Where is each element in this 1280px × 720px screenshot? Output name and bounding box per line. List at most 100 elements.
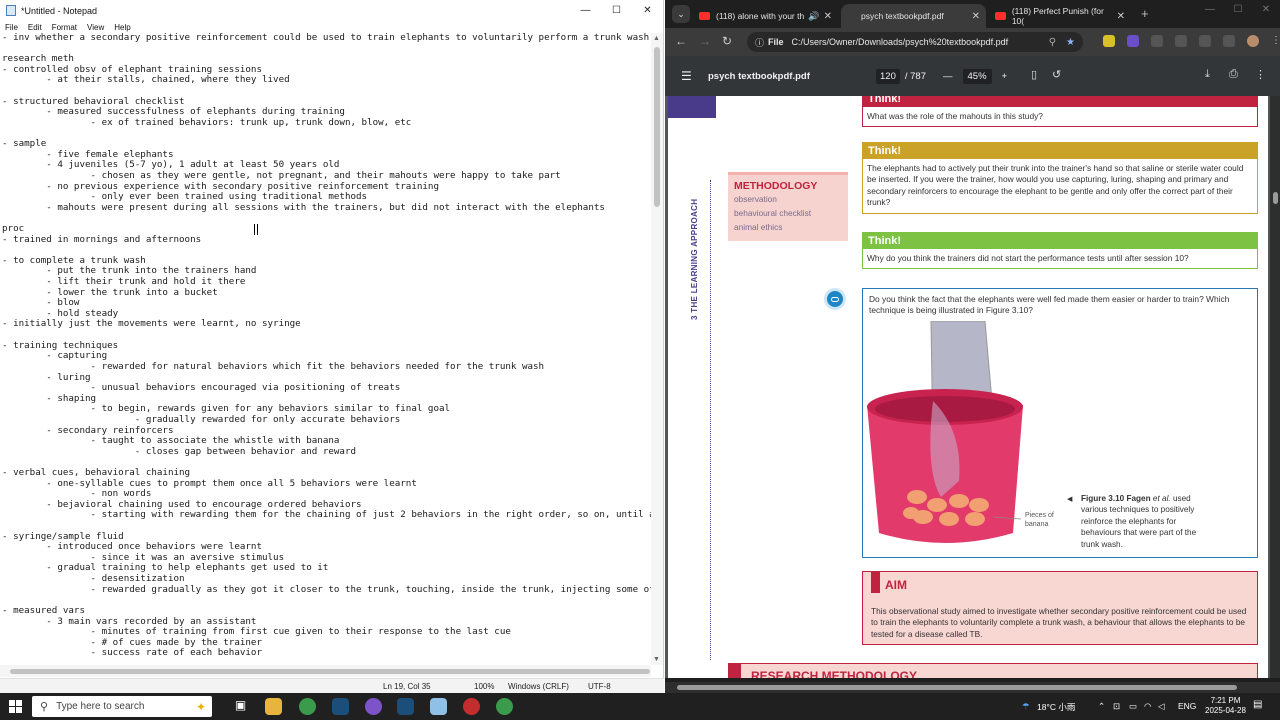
steam-icon-2[interactable] (397, 698, 414, 715)
menu-view[interactable]: View (87, 23, 104, 32)
think-body: The elephants had to actively put their … (863, 159, 1257, 213)
bookmark-star-icon[interactable]: ★ (1066, 37, 1075, 48)
zoom-out-icon[interactable]: — (943, 71, 953, 82)
scroll-down-icon[interactable]: ▼ (653, 656, 660, 663)
wifi-icon[interactable]: ◠ (1144, 701, 1151, 712)
pdf-menu-icon[interactable]: ☰ (681, 69, 692, 83)
network-icon[interactable]: ⊡ (1113, 701, 1120, 712)
aim-body: This observational study aimed to invest… (871, 606, 1247, 639)
chapter-side-title: 3 THE LEARNING APPROACH (690, 198, 699, 320)
discussion-bubble-icon (824, 288, 846, 310)
extension-2-icon[interactable] (1127, 35, 1139, 47)
print-icon[interactable]: ⎙ (1229, 68, 1238, 81)
tray-overflow-icon[interactable]: ⌃ (1098, 701, 1105, 712)
extension-3-icon[interactable] (1151, 35, 1163, 47)
zoom-in-icon[interactable]: + (1002, 71, 1008, 82)
page-number-input[interactable]: 120 (876, 69, 900, 84)
tab-search-icon[interactable]: ⌄ (672, 5, 690, 23)
notification-icon[interactable]: ▤ (1253, 699, 1262, 710)
info-icon[interactable]: ⓘ (755, 36, 764, 49)
download-icon[interactable]: ⤓ (1205, 68, 1210, 81)
speaker-icon[interactable]: 🔊 (808, 11, 819, 22)
browser-window: ⌄ (118) alone with your th 🔊 ✕ psych tex… (665, 0, 1280, 693)
tab-pdf[interactable]: psych textbookpdf.pdf ✕ (841, 4, 986, 28)
taskbar-search[interactable]: ⚲ Type here to search ✦ (32, 696, 212, 717)
close-icon[interactable]: ✕ (632, 5, 663, 16)
extensions-puzzle-icon[interactable] (1175, 35, 1187, 47)
app-icon-red[interactable] (463, 698, 480, 715)
profile-avatar[interactable] (1247, 35, 1259, 47)
chrome-icon-2[interactable] (496, 698, 513, 715)
task-view-icon[interactable]: ▣ (232, 698, 249, 715)
minimize-icon[interactable]: — (570, 5, 601, 16)
forward-icon[interactable]: → (699, 34, 711, 48)
pdf-scroll-thumb-horizontal[interactable] (677, 685, 1237, 690)
youtube-icon (699, 12, 710, 20)
browser-toolbar: ← → ↻ ⓘ File C:/Users/Owner/Downloads/ps… (665, 28, 1280, 56)
research-methodology-box: RESEARCH METHODOLOGY (728, 663, 1258, 678)
scroll-thumb-horizontal[interactable] (10, 669, 650, 674)
tab-youtube-1[interactable]: (118) alone with your th 🔊 ✕ (693, 4, 838, 28)
browser-minimize-icon[interactable]: — (1196, 4, 1224, 15)
browser-close-icon[interactable]: ✕ (1252, 4, 1280, 15)
notepad-menu-bar: File Edit Format View Help (0, 21, 663, 33)
weather-icon[interactable]: ☂ (1022, 701, 1030, 712)
tab-title: (118) alone with your th (716, 11, 805, 21)
tab-title: (118) Perfect Punish (for 10( (1011, 6, 1104, 26)
text-line (2, 213, 652, 224)
reload-icon[interactable]: ↻ (722, 34, 732, 48)
tab-close-icon[interactable]: ✕ (972, 11, 980, 22)
notepad-text-area[interactable]: - inv whether a secondary positive reinf… (0, 33, 652, 665)
battery-icon[interactable]: ▭ (1129, 701, 1137, 712)
notepad-title-bar: *Untitled - Notepad — ☐ ✕ (0, 0, 663, 21)
pdf-vertical-scrollbar[interactable] (1270, 96, 1280, 678)
file-explorer-icon[interactable] (265, 698, 282, 715)
clock[interactable]: 7:21 PM 2025-04-28 (1205, 696, 1246, 716)
chrome-icon[interactable] (299, 698, 316, 715)
scroll-up-icon[interactable]: ▲ (653, 35, 660, 42)
think-heading: Think! (863, 233, 1257, 249)
menu-format[interactable]: Format (52, 23, 77, 32)
browser-maximize-icon[interactable]: ☐ (1224, 4, 1252, 15)
rotate-icon[interactable]: ↺ (1052, 68, 1061, 81)
pdf-more-icon[interactable]: ⋮ (1255, 68, 1266, 81)
methodology-item: animal ethics (734, 222, 783, 232)
text-line: - verbal cues, behavioral chaining (2, 466, 191, 478)
notepad-horizontal-scrollbar[interactable] (0, 665, 651, 677)
methodology-box: METHODOLOGY observation behavioural chec… (728, 172, 848, 241)
media-icon[interactable] (1199, 35, 1211, 47)
scroll-thumb[interactable] (654, 47, 660, 207)
menu-help[interactable]: Help (114, 23, 130, 32)
weather-text[interactable]: 18°C 小雨 (1037, 701, 1075, 713)
fit-page-icon[interactable]: ▯ (1031, 68, 1037, 81)
pdf-viewer[interactable]: 3 THE LEARNING APPROACH Think! What was … (665, 96, 1270, 678)
notepad-taskbar-icon[interactable] (430, 698, 447, 715)
notepad-app-icon (6, 5, 16, 16)
tab-youtube-2[interactable]: (118) Perfect Punish (for 10( ✕ (989, 4, 1131, 28)
address-bar[interactable]: ⓘ File C:/Users/Owner/Downloads/psych%20… (747, 32, 1083, 52)
volume-icon[interactable]: ◁ (1158, 701, 1165, 712)
language-indicator[interactable]: ENG (1178, 701, 1196, 711)
discord-icon[interactable] (365, 698, 382, 715)
pdf-scroll-thumb[interactable] (1273, 192, 1278, 204)
windows-start-icon[interactable] (9, 700, 22, 713)
back-icon[interactable]: ← (675, 34, 687, 48)
menu-edit[interactable]: Edit (28, 23, 42, 32)
text-line: - rewarded for natural behaviors which f… (2, 360, 545, 372)
zoom-input[interactable]: 45% (962, 69, 992, 84)
notepad-vertical-scrollbar[interactable]: ▲ ▼ (651, 33, 663, 665)
research-heading: RESEARCH METHODOLOGY (751, 669, 918, 678)
tab-close-icon[interactable]: ✕ (1117, 11, 1125, 22)
pdf-horizontal-scrollbar[interactable] (665, 682, 1280, 693)
maximize-icon[interactable]: ☐ (601, 5, 632, 16)
sidepanel-icon[interactable] (1223, 35, 1235, 47)
zoom-search-icon[interactable]: ⚲ (1049, 37, 1056, 48)
steam-icon[interactable] (332, 698, 349, 715)
extension-1-icon[interactable] (1103, 35, 1115, 47)
text-line: - lower the trunk into a bucket (2, 286, 218, 298)
menu-file[interactable]: File (5, 23, 18, 32)
new-tab-icon[interactable]: + (1141, 6, 1149, 21)
aim-box: AIM This observational study aimed to in… (862, 571, 1258, 645)
tab-close-icon[interactable]: ✕ (824, 11, 832, 22)
browser-menu-icon[interactable]: ⋮ (1271, 35, 1280, 47)
